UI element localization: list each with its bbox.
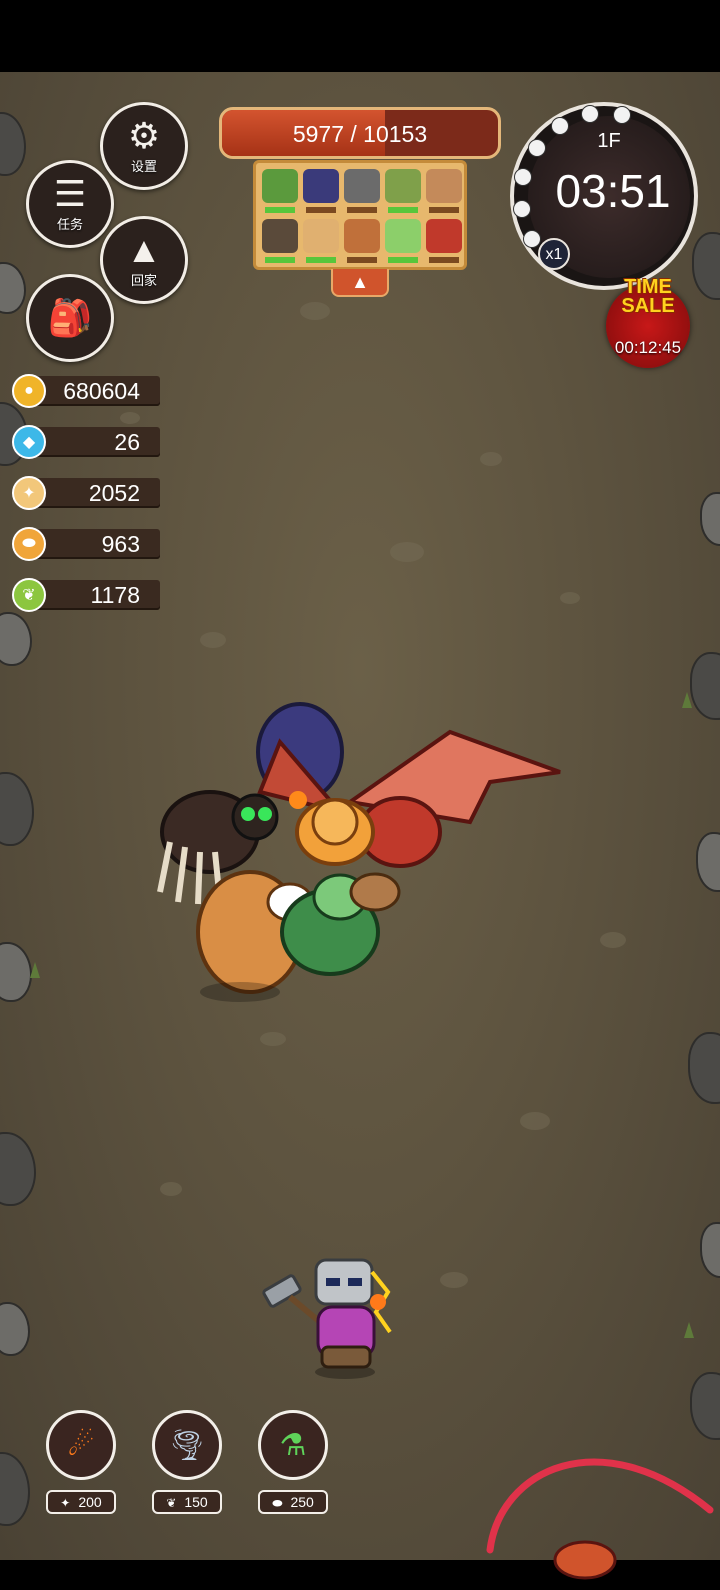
monster-hp-bar	[347, 257, 377, 263]
bone-icon: ✦	[12, 476, 46, 510]
status-bar	[0, 0, 720, 72]
roster-monster-lizard[interactable]	[385, 169, 421, 215]
boss-hp-text: 5977 / 10153	[292, 121, 428, 147]
herb-icon: ❦	[12, 578, 46, 612]
roster-monster-lion[interactable]	[303, 219, 339, 265]
roster-monster-dragon-red[interactable]	[426, 219, 462, 265]
resource-bar	[30, 427, 160, 457]
resource-bone: 2052 ✦	[12, 476, 160, 510]
monster-hp-bar	[429, 257, 459, 263]
resource-gem: 26 ◆	[12, 425, 160, 459]
monster-hp-bar	[265, 257, 295, 263]
monster-hp-fill	[306, 257, 336, 263]
skill-cost-value: 150	[184, 1494, 208, 1510]
meteor-icon: ☄	[67, 1428, 95, 1462]
monster-portrait	[344, 219, 380, 253]
resource-herb: 1178 ❦	[12, 578, 160, 612]
monster-pack[interactable]	[150, 692, 570, 1012]
tasks-label: 任务	[56, 216, 83, 232]
tornado-icon: 🌪	[167, 1428, 207, 1462]
tasks-button[interactable]: ☰ 任务	[26, 160, 114, 248]
skill-potion-button[interactable]: ⚗	[258, 1410, 328, 1480]
resource-value: 2052	[88, 480, 140, 506]
resource-value: 26	[114, 429, 140, 455]
monster-hp-fill	[265, 257, 295, 263]
time-sale-countdown: 00:12:45	[614, 338, 682, 357]
monster-portrait	[385, 219, 421, 253]
monster-hp-fill	[265, 207, 295, 213]
monster-portrait	[262, 169, 298, 203]
monster-hp-bar	[306, 207, 336, 213]
checklist-icon: ☰	[53, 172, 87, 214]
monster-portrait	[426, 219, 462, 253]
monster-hp-bar	[429, 207, 459, 213]
monster-roster-panel	[253, 160, 467, 270]
settings-button[interactable]: ⚙ 设置	[100, 102, 188, 190]
resource-gold: 680604 ●	[12, 374, 160, 408]
skill-tornado-cost: ❦ 150	[152, 1490, 222, 1514]
time-sale-title: TIME SALE	[606, 277, 690, 317]
potion-icon: ⚗	[279, 1428, 307, 1462]
herb-icon: ❦	[166, 1496, 177, 1510]
resource-bar	[30, 529, 160, 559]
chevron-up-icon: ▲	[351, 272, 369, 292]
resource-pill: 963 ⬬	[12, 527, 160, 561]
roster-monster-dragon-blue[interactable]	[303, 169, 339, 215]
roster-collapse-button[interactable]: ▲	[331, 269, 389, 297]
speed-toggle-button[interactable]: x1	[538, 238, 570, 270]
bone-icon: ✦	[60, 1496, 71, 1510]
floor-number: 1F	[597, 130, 621, 152]
resource-value: 963	[101, 531, 140, 557]
coin-icon: ●	[12, 374, 46, 408]
monster-hp-bar	[347, 207, 377, 213]
time-sale-title-line2: SALE	[621, 295, 675, 317]
monster-portrait	[385, 169, 421, 203]
skill-tornado-button[interactable]: 🌪	[152, 1410, 222, 1480]
roster-monster-frog[interactable]	[262, 169, 298, 215]
roster-monster-wolf[interactable]	[344, 219, 380, 265]
monster-hp-fill	[388, 207, 418, 213]
roster-monster-mantis[interactable]	[385, 219, 421, 265]
floor-countdown: 03:51	[555, 165, 671, 217]
monster-hp-bar	[265, 207, 295, 213]
skill-cost-value: 200	[78, 1494, 102, 1510]
monster-hp-fill	[388, 257, 418, 263]
resource-value: 680604	[63, 378, 140, 404]
home-label: 回家	[130, 272, 157, 288]
gear-icon: ⚙	[127, 114, 161, 156]
monster-portrait	[344, 169, 380, 203]
backpack-icon: 🎒	[47, 297, 93, 338]
capsule-icon: ⬬	[12, 527, 46, 561]
monster-hp-bar	[388, 207, 418, 213]
gem-icon: ◆	[12, 425, 46, 459]
roster-monster-spider[interactable]	[262, 219, 298, 265]
skill-meteor-button[interactable]: ☄	[46, 1410, 116, 1480]
settings-label: 设置	[130, 158, 157, 174]
skill-potion-cost: ⬬ 250	[258, 1490, 328, 1514]
resource-value: 1178	[90, 582, 140, 608]
monster-hp-bar	[388, 257, 418, 263]
monster-portrait	[303, 219, 339, 253]
boss-hp-bar: 5977 / 10153	[219, 107, 501, 159]
skill-meteor-cost: ✦ 200	[46, 1490, 116, 1514]
monster-portrait	[262, 219, 298, 253]
monster-portrait	[426, 169, 462, 203]
roster-monster-rhino[interactable]	[344, 169, 380, 215]
capsule-icon: ⬬	[272, 1496, 283, 1510]
mountain-icon: ▲	[126, 228, 162, 270]
monster-portrait	[303, 169, 339, 203]
skill-cost-value: 250	[290, 1494, 314, 1510]
home-button[interactable]: ▲ 回家	[100, 216, 188, 304]
hero-warrior[interactable]	[260, 1252, 400, 1382]
monster-hp-bar	[306, 257, 336, 263]
backpack-button[interactable]: 🎒	[26, 274, 114, 362]
roster-monster-monkey[interactable]	[426, 169, 462, 215]
red-annotation-circle	[486, 1458, 714, 1580]
